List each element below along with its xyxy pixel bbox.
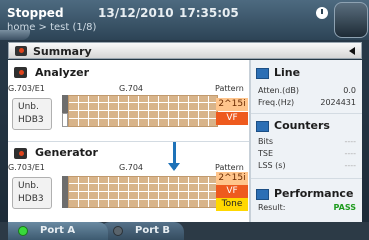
performance-icon [256,189,269,200]
analyzer-icon [14,67,27,78]
generator-mode: G.703/E1 [8,163,45,172]
right-divider-2 [251,178,362,179]
counter-lss-label: LSS (s) [258,161,286,170]
summary-icon [15,46,27,56]
analyzer-coding-hdb3: HDB3 [18,115,44,125]
generator-coding-hdb3: HDB3 [18,194,44,204]
counter-lss-value: ---- [344,161,356,170]
atten-label: Atten.(dB) [258,86,299,95]
generator-icon [14,148,27,159]
counters-title: Counters [274,119,330,132]
port-b-label: Port B [135,225,171,236]
generator-title: Generator [35,146,98,159]
port-b-status-led [113,226,123,236]
section-divider [8,141,249,142]
port-a-label: Port A [40,225,76,236]
counter-tse-value: ---- [344,149,356,158]
clock-icon [316,7,328,19]
counters-icon [256,121,269,132]
status-text: Stopped [7,6,64,20]
freq-label: Freq.(Hz) [258,98,295,107]
counter-bits-value: ---- [344,137,356,146]
analyzer-framing: G.704 [119,84,144,93]
generator-coding-box[interactable]: Unb. HDB3 [12,177,52,209]
analyzer-vf-tag: VF [216,112,248,125]
gauge-icon[interactable] [334,2,368,38]
screen: Stopped 13/12/2010 17:35:05 home > test … [0,0,369,240]
generator-coding-unb: Unb. [18,181,39,191]
generator-pattern-tag: 2^15i [216,172,248,185]
generator-tone-tag: Tone [216,198,248,211]
freq-value: 2024431 [320,98,356,107]
counter-tse-label: TSE [258,149,274,158]
analyzer-timeslot-grid[interactable] [68,95,218,127]
line-icon [256,68,269,79]
summary-title: Summary [33,45,92,58]
generator-timeslot-grid[interactable] [68,176,218,208]
port-a-status-led [18,226,28,236]
analyzer-pattern-tag: 2^15i [216,98,248,111]
counter-bits-label: Bits [258,137,274,146]
flow-down-arrow-icon [168,141,180,171]
line-title: Line [274,66,301,79]
right-divider-1 [251,113,362,114]
generator-vf-tag: VF [216,185,248,198]
generator-framing: G.704 [119,163,144,172]
collapse-arrow-icon[interactable] [349,47,355,55]
analyzer-pattern-label: Pattern [215,84,244,93]
analyzer-title: Analyzer [35,66,89,79]
time-text: 17:35:05 [179,6,239,20]
analyzer-coding-box[interactable]: Unb. HDB3 [12,98,52,130]
analyzer-coding-unb: Unb. [18,102,39,112]
analyzer-mode: G.703/E1 [8,84,45,93]
breadcrumb: home > test (1/8) [7,22,97,33]
date-text: 13/12/2010 [98,6,174,20]
atten-value: 0.0 [343,86,356,95]
performance-title: Performance [274,187,354,200]
summary-bar[interactable]: Summary [8,42,362,59]
result-label: Result: [258,203,286,212]
generator-pattern-label: Pattern [215,163,244,172]
result-value: PASS [333,203,356,212]
